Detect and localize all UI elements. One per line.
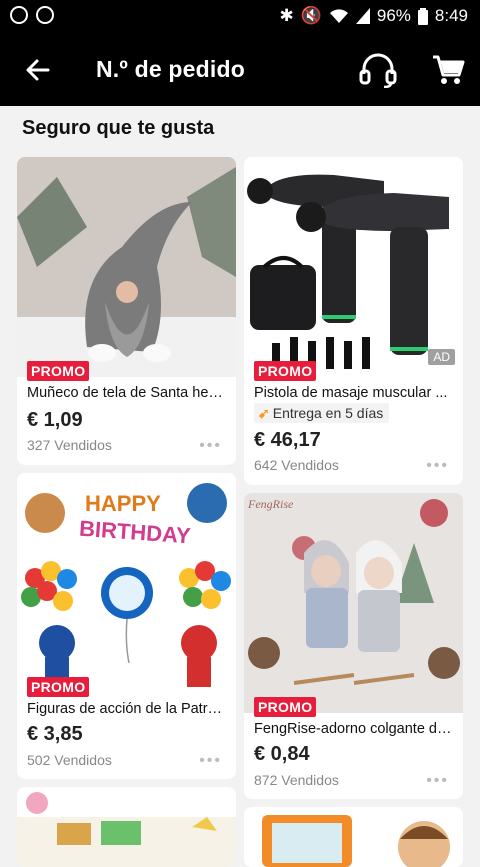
sold-count: 642 Vendidos (254, 457, 339, 473)
app-notification-icon (36, 6, 54, 24)
bluetooth-icon: ✱ (279, 6, 294, 25)
product-image: HAPPY BIRTHDAY (17, 473, 236, 693)
mute-icon: 🔇 (300, 6, 322, 25)
more-options-icon[interactable]: ••• (426, 457, 449, 475)
product-card[interactable] (17, 787, 236, 867)
status-bar: ✱ 🔇 96% 8:49 (0, 0, 480, 34)
product-name: Figuras de acción de la Patrul... (27, 701, 226, 717)
promo-badge: PROMO (254, 697, 317, 717)
brand-logo: FengRise (247, 497, 294, 511)
product-card[interactable]: HAPPY BIRTHDAY PROMO Figuras de acción d… (17, 473, 236, 779)
app-bar: N.º de pedido (0, 34, 480, 106)
sold-count: 872 Vendidos (254, 772, 339, 788)
product-price: € 46,17 (254, 429, 321, 451)
product-price: € 0,84 (254, 743, 310, 765)
sold-count: 327 Vendidos (27, 437, 112, 453)
more-options-icon[interactable]: ••• (199, 752, 222, 770)
product-card[interactable] (244, 807, 463, 867)
product-image (244, 157, 463, 377)
product-card[interactable]: AD PROMO Pistola de masaje muscular ... … (244, 157, 463, 485)
product-card[interactable]: FengRise PROMO FengRise-adorno colgante … (244, 493, 463, 799)
headset-icon[interactable] (358, 52, 398, 88)
more-options-icon[interactable]: ••• (199, 437, 222, 455)
product-image (17, 787, 236, 867)
balloon-text-happy: HAPPY (85, 491, 161, 516)
more-options-icon[interactable]: ••• (426, 772, 449, 790)
battery-percent: 96% (376, 6, 411, 25)
promo-badge: PROMO (27, 361, 90, 381)
product-price: € 3,85 (27, 723, 83, 745)
clock: 8:49 (434, 6, 468, 25)
sold-count: 502 Vendidos (27, 752, 112, 768)
product-image (244, 807, 463, 867)
product-name: Pistola de masaje muscular ... (254, 385, 448, 401)
page-title: N.º de pedido (96, 56, 246, 82)
product-image: FengRise (244, 493, 463, 713)
signal-icon (355, 8, 370, 24)
notification-icon (10, 6, 28, 24)
wifi-icon (329, 9, 348, 23)
promo-badge: PROMO (254, 361, 317, 381)
promo-badge: PROMO (27, 677, 90, 697)
delivery-text: Entrega en 5 días (272, 405, 384, 421)
product-name: Muñeco de tela de Santa hec... (27, 385, 226, 401)
delivery-tag: ➹ Entrega en 5 días (254, 403, 390, 423)
ad-badge: AD (428, 349, 455, 365)
cart-icon[interactable] (430, 52, 466, 88)
product-price: € 1,09 (27, 409, 83, 431)
delivery-truck-icon: ➹ (258, 405, 270, 421)
section-title: Seguro que te gusta (22, 117, 215, 139)
back-arrow-icon[interactable] (22, 54, 54, 86)
product-image (17, 157, 236, 377)
battery-icon (417, 7, 428, 25)
product-name: FengRise-adorno colgante de... (254, 721, 453, 737)
product-card[interactable]: PROMO Muñeco de tela de Santa hec... € 1… (17, 157, 236, 465)
